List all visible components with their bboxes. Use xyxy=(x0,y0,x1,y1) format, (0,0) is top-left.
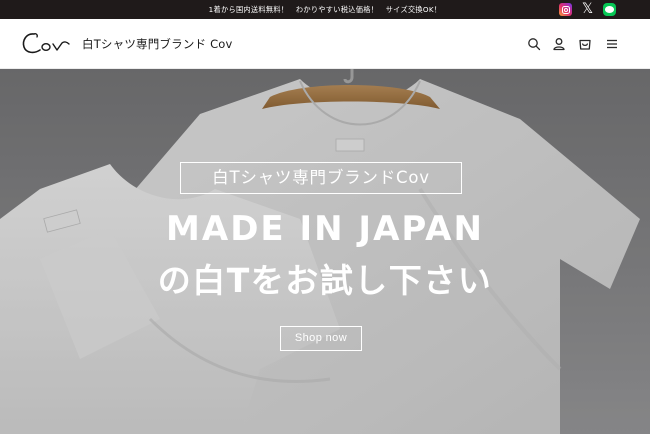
account-icon[interactable] xyxy=(551,36,567,52)
hero-banner: 白Tシャツ専門ブランドCov MADE IN JAPAN の白Tをお試し下さい … xyxy=(0,69,650,434)
logo[interactable] xyxy=(20,28,72,58)
announcement-text: 1着から国内送料無料！ わかりやすい税込価格！ サイズ交換OK！ xyxy=(208,5,442,14)
hero-title-line2: の白Tをお試し下さい xyxy=(157,261,493,300)
x-twitter-icon[interactable]: 𝕏 xyxy=(581,2,594,16)
site-header: 白Tシャツ専門ブランド Cov xyxy=(0,19,650,69)
announcement-bar: 1着から国内送料無料！ わかりやすい税込価格！ サイズ交換OK！ 𝕏 xyxy=(0,0,650,19)
brand-name[interactable]: 白Tシャツ専門ブランド Cov xyxy=(82,19,233,69)
hero-subtitle: 白Tシャツ専門ブランドCov xyxy=(180,162,462,194)
cart-icon[interactable] xyxy=(577,36,593,52)
search-icon[interactable] xyxy=(526,36,542,52)
instagram-icon[interactable] xyxy=(559,3,572,16)
shop-now-button[interactable]: Shop now xyxy=(280,326,362,351)
line-icon[interactable] xyxy=(603,3,616,16)
menu-icon[interactable] xyxy=(604,36,620,52)
hero-overlay xyxy=(0,69,650,434)
logo-mark xyxy=(22,33,70,54)
hero-title-line1: MADE IN JAPAN xyxy=(166,209,484,249)
